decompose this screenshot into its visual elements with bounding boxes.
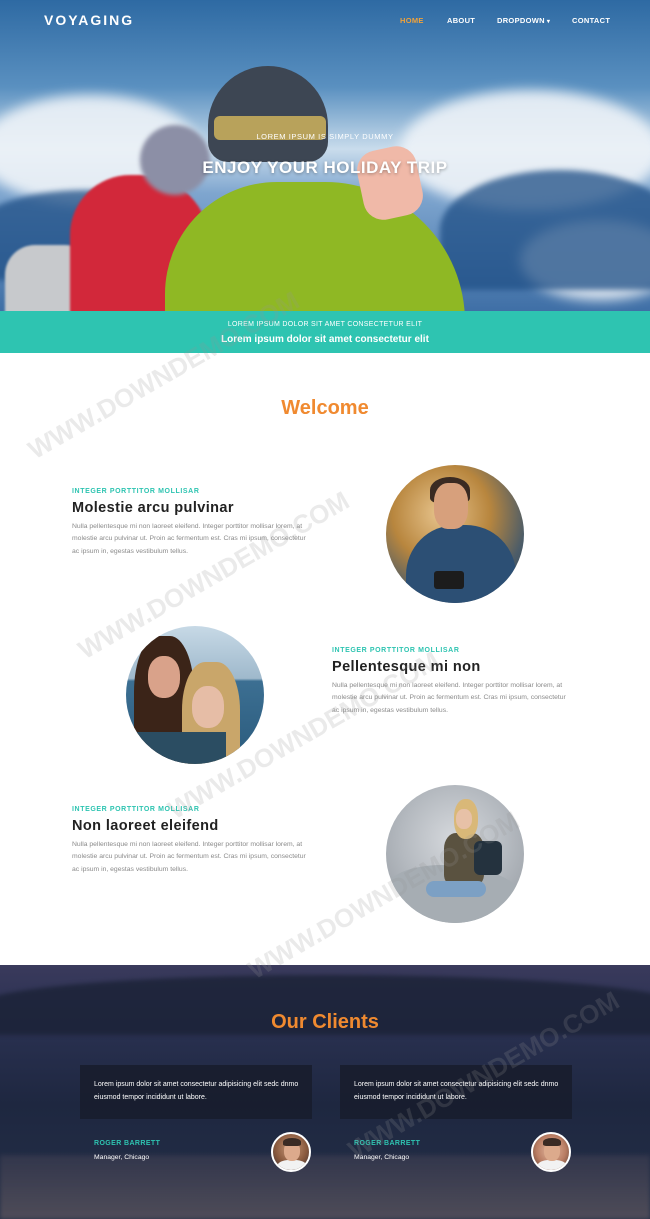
feature-eyebrow: INTEGER PORTTITOR MOLLISAR xyxy=(72,806,200,813)
nav-item-dropdown-label: DROPDOWN xyxy=(497,16,545,25)
feature-eyebrow: INTEGER PORTTITOR MOLLISAR xyxy=(72,488,200,495)
feature-photo-hiker-rock xyxy=(386,785,524,923)
feature-heading: Non laoreet eleifend xyxy=(72,818,219,834)
feature-block: INTEGER PORTTITOR MOLLISAR Non laoreet e… xyxy=(72,806,312,876)
testimonial-quote: Lorem ipsum dolor sit amet consectetur a… xyxy=(354,1081,559,1101)
feature-photo-two-friends xyxy=(126,626,264,764)
testimonial-card: Lorem ipsum dolor sit amet consectetur a… xyxy=(340,1065,572,1119)
main-nav: HOME ABOUT DROPDOWN ▾ CONTACT xyxy=(0,16,650,28)
hero-title: ENJOY YOUR HOLIDAY TRIP xyxy=(202,158,448,177)
avatar-hair xyxy=(543,1138,561,1146)
hero-section: VOYAGING HOME ABOUT DROPDOWN ▾ CONTACT LO… xyxy=(0,0,650,311)
feature-body: Nulla pellentesque mi non laoreet eleife… xyxy=(332,682,566,714)
feature-block: INTEGER PORTTITOR MOLLISAR Pellentesque … xyxy=(332,647,572,717)
welcome-title: Welcome xyxy=(281,397,369,419)
photo-face xyxy=(192,686,224,728)
chevron-down-icon: ▾ xyxy=(546,19,551,25)
client-name: ROGER BARRETT xyxy=(354,1140,421,1147)
photo-face xyxy=(456,809,472,829)
feature-eyebrow: INTEGER PORTTITOR MOLLISAR xyxy=(332,647,460,654)
feature-body: Nulla pellentesque mi non laoreet eleife… xyxy=(72,523,306,555)
camera-icon xyxy=(434,571,464,589)
client-avatar xyxy=(271,1132,311,1172)
nav-item-home[interactable]: HOME xyxy=(400,16,424,25)
photo-legs xyxy=(426,881,486,897)
photo-face xyxy=(148,656,180,698)
testimonial-card: Lorem ipsum dolor sit amet consectetur a… xyxy=(80,1065,312,1119)
testimonial-quote: Lorem ipsum dolor sit amet consectetur a… xyxy=(94,1081,299,1101)
nav-item-dropdown[interactable]: DROPDOWN ▾ xyxy=(497,16,550,25)
photo-face xyxy=(434,483,468,529)
client-role: Manager, Chicago xyxy=(354,1154,410,1161)
client-name: ROGER BARRETT xyxy=(94,1140,161,1147)
client-role: Manager, Chicago xyxy=(94,1154,150,1161)
photo-figure xyxy=(406,525,516,603)
banner-headline: Lorem ipsum dolor sit amet consectetur e… xyxy=(221,334,429,345)
avatar-hair xyxy=(283,1138,301,1146)
clients-title: Our Clients xyxy=(271,1011,379,1033)
feature-heading: Molestie arcu pulvinar xyxy=(72,500,234,516)
hero-mountain xyxy=(440,170,650,290)
feature-block: INTEGER PORTTITOR MOLLISAR Molestie arcu… xyxy=(72,488,312,558)
feature-heading: Pellentesque mi non xyxy=(332,659,481,675)
banner-small-text: LOREM IPSUM DOLOR SIT AMET CONSECTETUR E… xyxy=(227,321,423,328)
feature-photo-traveler-camera xyxy=(386,465,524,603)
teal-banner: LOREM IPSUM DOLOR SIT AMET CONSECTETUR E… xyxy=(0,311,650,353)
hero-subtitle: LOREM IPSUM IS SIMPLY DUMMY xyxy=(256,132,394,141)
feature-body: Nulla pellentesque mi non laoreet eleife… xyxy=(72,841,306,873)
photo-shirt xyxy=(136,732,226,764)
backpack-icon xyxy=(474,841,502,875)
nav-item-about[interactable]: ABOUT xyxy=(447,16,475,25)
hero-person-helmet xyxy=(208,66,328,162)
client-avatar xyxy=(531,1132,571,1172)
nav-item-contact[interactable]: CONTACT xyxy=(572,16,610,25)
